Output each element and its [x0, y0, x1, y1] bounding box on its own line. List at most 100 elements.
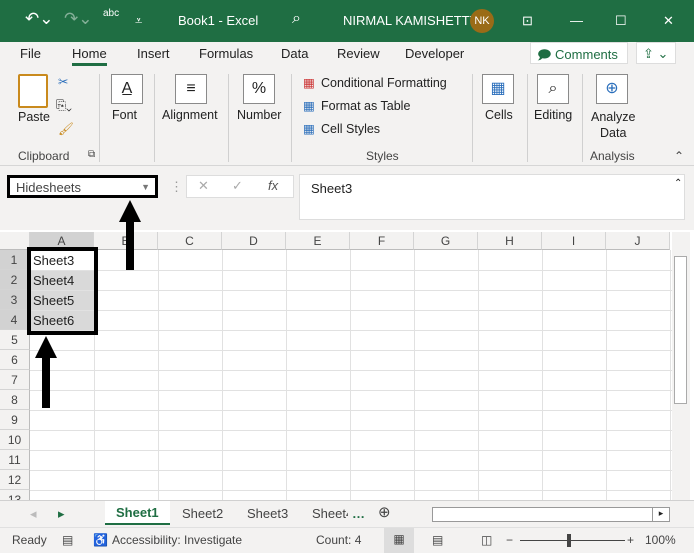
- more-sheets-icon[interactable]: …: [352, 506, 365, 521]
- ribbon-tabs: File Home Insert Formulas Data Review De…: [0, 42, 694, 66]
- maximize-icon[interactable]: ☐: [615, 13, 627, 29]
- normal-view-icon[interactable]: ▦: [384, 528, 414, 553]
- row-header-6[interactable]: 6: [0, 350, 30, 370]
- page-break-icon[interactable]: ◫: [481, 533, 492, 547]
- tab-developer[interactable]: Developer: [405, 46, 464, 61]
- column-header-G[interactable]: G: [414, 232, 478, 250]
- zoom-out-icon[interactable]: −: [506, 533, 513, 547]
- dropdown-icon: ▼: [141, 182, 150, 192]
- alignment-button[interactable]: Alignment: [162, 108, 218, 122]
- scroll-thumb[interactable]: [674, 256, 687, 404]
- format-as-table-button[interactable]: Format as Table: [321, 99, 410, 113]
- styles-group-label: Styles: [366, 149, 399, 163]
- name-box[interactable]: Hidesheets ▼: [7, 175, 158, 198]
- tab-formulas[interactable]: Formulas: [199, 46, 253, 61]
- insert-function-button[interactable]: fx: [268, 178, 278, 193]
- search-icon[interactable]: ⌕: [292, 10, 301, 28]
- prev-sheet-icon[interactable]: ◂: [30, 506, 37, 522]
- ribbon-display-icon[interactable]: ⊡: [522, 13, 533, 29]
- number-button[interactable]: Number: [237, 108, 281, 122]
- row-header-5[interactable]: 5: [0, 330, 30, 350]
- row-header-2[interactable]: 2: [0, 270, 30, 290]
- format-painter-icon[interactable]: 🖌: [58, 122, 74, 137]
- gridline: [158, 250, 159, 500]
- column-header-H[interactable]: H: [478, 232, 542, 250]
- undo-icon[interactable]: ↶⌄: [25, 9, 54, 29]
- cell-styles-button[interactable]: Cell Styles: [321, 122, 380, 136]
- next-sheet-icon[interactable]: ▸: [58, 506, 65, 522]
- analyze-button[interactable]: Analyze: [591, 110, 635, 124]
- editing-icon[interactable]: ⌕: [537, 74, 569, 104]
- row-header-9[interactable]: 9: [0, 410, 30, 430]
- spelling-icon[interactable]: abc: [103, 8, 119, 19]
- sheet-tab-4[interactable]: Sheet4: [312, 506, 348, 521]
- vertical-scrollbar[interactable]: [672, 232, 690, 500]
- tab-insert[interactable]: Insert: [137, 46, 170, 61]
- worksheet-grid[interactable]: ABCDEFGHIJ12345678910111213 Sheet3 Sheet…: [0, 232, 672, 511]
- sheet-tab-3[interactable]: Sheet3: [247, 506, 288, 521]
- cancel-icon[interactable]: ✕: [198, 178, 209, 194]
- new-sheet-icon[interactable]: ⊕: [378, 503, 391, 521]
- copy-icon[interactable]: ⎘⌄: [56, 98, 72, 113]
- row-header-1[interactable]: 1: [0, 250, 30, 270]
- tab-home[interactable]: Home: [72, 46, 107, 66]
- comments-button[interactable]: 🗩 Comments: [530, 42, 628, 64]
- editing-button[interactable]: Editing: [534, 108, 572, 122]
- zoom-slider[interactable]: [520, 540, 625, 541]
- gridline: [30, 490, 672, 491]
- alignment-icon[interactable]: ≡: [175, 74, 207, 104]
- enter-icon[interactable]: ✓: [232, 178, 243, 194]
- column-header-J[interactable]: J: [606, 232, 670, 250]
- avatar[interactable]: NK: [470, 9, 494, 33]
- collapse-ribbon-icon[interactable]: ⌃: [674, 149, 684, 163]
- row-header-10[interactable]: 10: [0, 430, 30, 450]
- zoom-level[interactable]: 100%: [645, 533, 676, 547]
- column-header-E[interactable]: E: [286, 232, 350, 250]
- tab-data[interactable]: Data: [281, 46, 308, 61]
- row-header-3[interactable]: 3: [0, 290, 30, 310]
- row-header-4[interactable]: 4: [0, 310, 30, 330]
- column-header-C[interactable]: C: [158, 232, 222, 250]
- row-header-12[interactable]: 12: [0, 470, 30, 490]
- tab-review[interactable]: Review: [337, 46, 380, 61]
- column-header-I[interactable]: I: [542, 232, 606, 250]
- expand-formula-icon[interactable]: ⌃: [674, 178, 682, 189]
- cells-icon[interactable]: ▦: [482, 74, 514, 104]
- accessibility-status[interactable]: Accessibility: Investigate: [112, 533, 242, 547]
- gridline: [222, 250, 223, 500]
- zoom-slider-thumb[interactable]: [567, 534, 571, 547]
- sheet-tab-2[interactable]: Sheet2: [182, 506, 223, 521]
- customize-qat-icon[interactable]: ⩡: [135, 13, 142, 29]
- row-header-11[interactable]: 11: [0, 450, 30, 470]
- analyze-data-icon[interactable]: ⊕: [596, 74, 628, 104]
- sheet-tab-1[interactable]: Sheet1: [105, 501, 170, 525]
- row-header-7[interactable]: 7: [0, 370, 30, 390]
- page-layout-icon[interactable]: ▤: [432, 533, 443, 547]
- font-button[interactable]: Font: [112, 108, 137, 122]
- share-button[interactable]: ⇪ ⌄: [636, 42, 676, 64]
- tab-file[interactable]: File: [20, 46, 41, 61]
- minimize-icon[interactable]: —: [570, 13, 583, 28]
- redo-icon[interactable]: ↷⌄: [64, 9, 93, 29]
- row-header-8[interactable]: 8: [0, 390, 30, 410]
- cells-button[interactable]: Cells: [485, 108, 513, 122]
- macro-icon[interactable]: ▤: [62, 533, 73, 547]
- formula-bar-area: Hidesheets ▼ ⋮ ✕ ✓ fx Sheet3 ⌃: [0, 166, 694, 230]
- conditional-formatting-button[interactable]: Conditional Formatting: [321, 76, 447, 90]
- close-icon[interactable]: ✕: [663, 13, 674, 29]
- column-header-D[interactable]: D: [222, 232, 286, 250]
- zoom-in-icon[interactable]: +: [627, 533, 634, 547]
- column-header-F[interactable]: F: [350, 232, 414, 250]
- ribbon: Paste ✂ ⎘⌄ 🖌 Clipboard ⧉ A̲ Font ≡ Align…: [0, 66, 694, 166]
- paste-button[interactable]: Paste: [18, 110, 50, 124]
- horizontal-scrollbar[interactable]: [432, 507, 670, 522]
- dialog-launcher-icon[interactable]: ⧉: [88, 149, 95, 160]
- cut-icon[interactable]: ✂: [58, 74, 68, 89]
- number-icon[interactable]: %: [243, 74, 275, 104]
- annotation-arrow: [119, 200, 141, 222]
- font-icon[interactable]: A̲: [111, 74, 143, 104]
- formula-input[interactable]: Sheet3: [299, 174, 685, 220]
- select-all[interactable]: [0, 232, 30, 250]
- user-name: NIRMAL KAMISHETTY: [343, 13, 479, 28]
- paste-icon[interactable]: [18, 74, 48, 108]
